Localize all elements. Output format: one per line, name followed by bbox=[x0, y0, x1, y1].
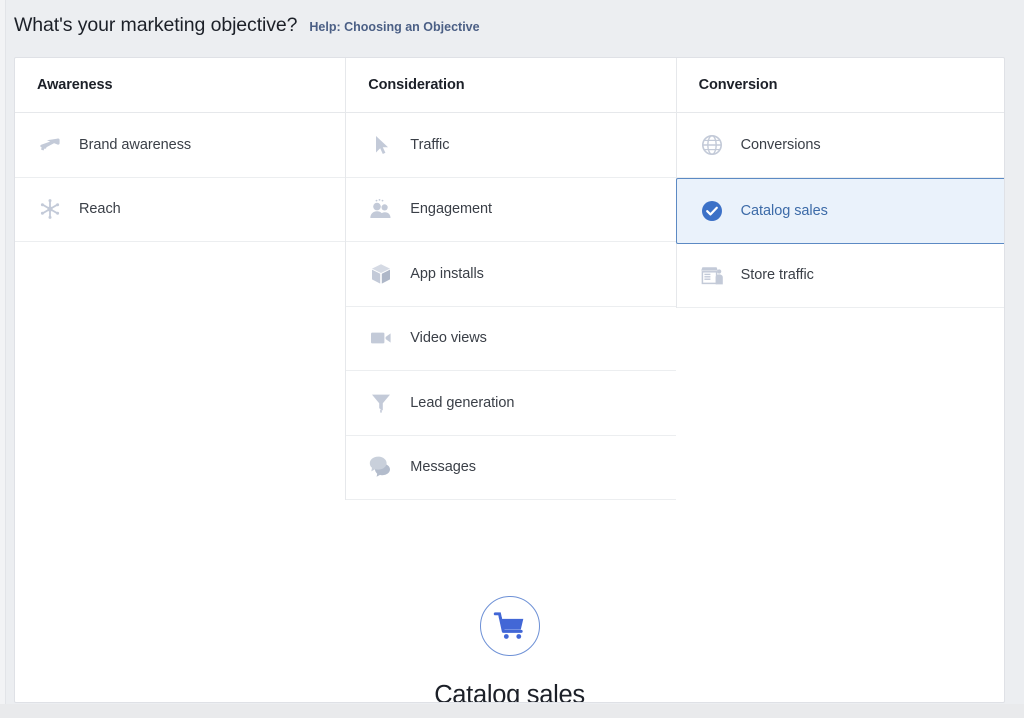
column-header-consideration: Consideration bbox=[346, 58, 675, 113]
storefront-icon bbox=[699, 262, 725, 288]
objectives-card: Awareness Brand awareness bbox=[14, 57, 1005, 703]
objective-label: Video views bbox=[410, 330, 487, 346]
objective-label: Engagement bbox=[410, 201, 492, 217]
column-awareness: Awareness Brand awareness bbox=[15, 58, 345, 242]
objective-messages[interactable]: Messages bbox=[346, 436, 675, 501]
chat-bubbles-icon bbox=[368, 454, 394, 480]
page-bottom-edge bbox=[0, 704, 1024, 718]
column-body-conversion: Conversions Catalog sales bbox=[677, 113, 1005, 308]
shopping-cart-icon bbox=[480, 596, 540, 656]
objective-label: Reach bbox=[79, 201, 121, 217]
objective-reach[interactable]: Reach bbox=[15, 178, 345, 243]
objective-label: App installs bbox=[410, 266, 484, 282]
column-body-consideration: Traffic bbox=[346, 113, 675, 500]
objective-lead-generation[interactable]: Lead generation bbox=[346, 371, 675, 436]
objective-video-views[interactable]: Video views bbox=[346, 307, 675, 372]
left-gutter bbox=[0, 0, 6, 718]
objective-picker-page: What's your marketing objective? Help: C… bbox=[0, 0, 1024, 718]
check-circle-icon bbox=[699, 198, 725, 224]
objective-label: Lead generation bbox=[410, 395, 514, 411]
globe-icon bbox=[699, 132, 725, 158]
help-choosing-objective-link[interactable]: Help: Choosing an Objective bbox=[309, 20, 479, 34]
objective-columns: Awareness Brand awareness bbox=[15, 58, 1004, 500]
cube-box-icon bbox=[368, 261, 394, 287]
objective-store-traffic[interactable]: Store traffic bbox=[677, 244, 1005, 309]
page-title: What's your marketing objective? bbox=[14, 14, 297, 37]
objective-label: Conversions bbox=[741, 137, 821, 153]
objective-catalog-sales[interactable]: Catalog sales bbox=[676, 178, 1005, 244]
column-body-awareness: Brand awareness bbox=[15, 113, 345, 242]
objective-engagement[interactable]: Engagement bbox=[346, 178, 675, 243]
column-header-conversion: Conversion bbox=[677, 58, 1005, 113]
reach-burst-icon bbox=[37, 196, 63, 222]
detail-title: Catalog sales bbox=[434, 681, 585, 703]
objective-label: Messages bbox=[410, 459, 476, 475]
objective-detail-panel: Catalog sales Create ads that automatica… bbox=[15, 538, 1004, 703]
objective-brand-awareness[interactable]: Brand awareness bbox=[15, 113, 345, 178]
video-camera-icon bbox=[368, 325, 394, 351]
objective-app-installs[interactable]: App installs bbox=[346, 242, 675, 307]
column-header-awareness: Awareness bbox=[15, 58, 345, 113]
objective-label: Store traffic bbox=[741, 267, 814, 283]
objective-label: Brand awareness bbox=[79, 137, 191, 153]
column-consideration: Consideration Traffic bbox=[345, 58, 675, 500]
objective-label: Traffic bbox=[410, 137, 449, 153]
megaphone-icon bbox=[37, 132, 63, 158]
objective-traffic[interactable]: Traffic bbox=[346, 113, 675, 178]
people-group-icon bbox=[368, 196, 394, 222]
funnel-icon bbox=[368, 390, 394, 416]
objective-label: Catalog sales bbox=[741, 203, 828, 219]
cursor-arrow-icon bbox=[368, 132, 394, 158]
page-header: What's your marketing objective? Help: C… bbox=[14, 14, 480, 44]
objective-conversions[interactable]: Conversions bbox=[677, 113, 1005, 178]
column-conversion: Conversion Conversions bbox=[676, 58, 1005, 308]
